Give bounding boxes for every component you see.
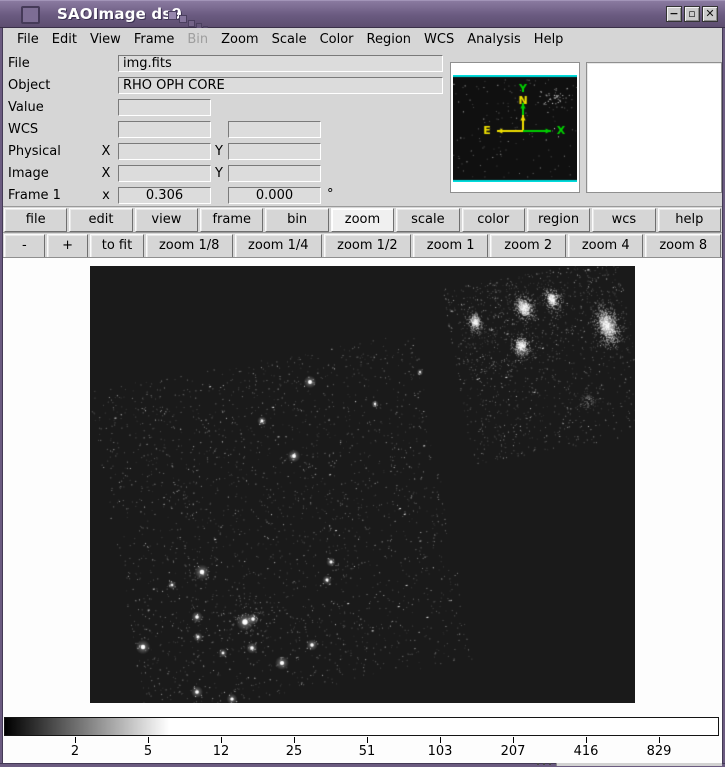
- menu-help[interactable]: Help: [534, 32, 564, 51]
- zoom-button-zoom-1[interactable]: zoom 1: [413, 234, 489, 258]
- maximize-button-icon[interactable]: ▫: [684, 6, 700, 22]
- menu-wcs[interactable]: WCS: [424, 32, 454, 51]
- colorbar-tick-label: 103: [428, 744, 453, 759]
- image-display-area: 25122551103207416829: [3, 257, 722, 763]
- zoom-button-zoom-2[interactable]: zoom 2: [490, 234, 566, 258]
- category-toolbar: fileeditviewframebinzoomscalecolorregion…: [3, 206, 722, 232]
- zoom-button-zoom-8[interactable]: zoom 8: [645, 234, 721, 258]
- colorbar-tick-label: 12: [213, 744, 230, 759]
- panner[interactable]: [450, 62, 580, 193]
- colorbar-tick: [221, 737, 222, 743]
- image-x-label: X: [100, 165, 112, 183]
- minimize-button-icon[interactable]: −: [666, 6, 682, 22]
- menu-edit[interactable]: Edit: [52, 32, 77, 51]
- zoom-button-zoom-4[interactable]: zoom 4: [568, 234, 644, 258]
- menu-view[interactable]: View: [90, 32, 121, 51]
- title-bar[interactable]: SAOImage ds9 − ▫ ✕: [0, 0, 725, 28]
- info-label-image: Image: [8, 165, 49, 183]
- colorbar-gradient[interactable]: [4, 717, 719, 736]
- info-label-value: Value: [8, 99, 44, 117]
- menu-bar: File Edit View Frame Bin Zoom Scale Color Region…: [3, 28, 722, 51]
- toolbar-button-zoom[interactable]: zoom: [331, 208, 394, 232]
- physical-value-field[interactable]: [118, 143, 211, 160]
- menu-analysis[interactable]: Analysis: [467, 32, 521, 51]
- toolbar-button-scale[interactable]: scale: [396, 208, 459, 232]
- info-label-file: File: [8, 55, 30, 73]
- toolbar-button-file[interactable]: file: [4, 208, 67, 232]
- info-label-physical: Physical: [8, 143, 61, 161]
- colorbar-tick-label: 207: [501, 744, 526, 759]
- colorbar-tick: [367, 737, 368, 743]
- toolbar-button-color[interactable]: color: [462, 208, 525, 232]
- menu-color[interactable]: Color: [320, 32, 354, 51]
- info-panel: File Object Value WCS Physical X Y Image X Y Frame…: [3, 51, 722, 206]
- colorbar-tick: [440, 737, 441, 743]
- colorbar-tick-label: 25: [286, 744, 303, 759]
- zoom-button-to-fit[interactable]: to fit: [90, 234, 143, 258]
- wcs-value-field[interactable]: [118, 121, 211, 138]
- zoom-button-plus[interactable]: +: [47, 234, 89, 258]
- image-value2-field[interactable]: [228, 165, 321, 182]
- zoom-button-zoom-1-2[interactable]: zoom 1/2: [324, 234, 411, 258]
- zoom-toolbar: -+to fitzoom 1/8zoom 1/4zoom 1/2zoom 1zo…: [3, 232, 722, 258]
- info-label-frame-1: Frame 1: [8, 187, 61, 205]
- file-value-field[interactable]: [118, 55, 443, 72]
- menu-file[interactable]: File: [17, 32, 39, 51]
- panner-canvas[interactable]: [453, 75, 577, 182]
- physical-x-label: X: [100, 143, 112, 161]
- colorbar-tick-label: 829: [647, 744, 672, 759]
- info-label-wcs: WCS: [8, 121, 38, 139]
- wcs-value2-field[interactable]: [228, 121, 321, 138]
- menu-scale[interactable]: Scale: [272, 32, 307, 51]
- colorbar-tick: [148, 737, 149, 743]
- physical-y-label: Y: [213, 143, 225, 161]
- window-title: SAOImage ds9: [57, 5, 182, 23]
- colorbar-tick: [586, 737, 587, 743]
- value-value-field[interactable]: [118, 99, 211, 116]
- frame-1-x-label: x: [100, 187, 112, 205]
- colorbar-tick: [513, 737, 514, 743]
- toolbar-button-help[interactable]: help: [658, 208, 721, 232]
- menu-region[interactable]: Region: [367, 32, 412, 51]
- info-label-object: Object: [8, 77, 50, 95]
- colorbar-ticks: 25122551103207416829: [4, 737, 719, 763]
- zoom-button-zoom-1-8[interactable]: zoom 1/8: [146, 234, 233, 258]
- image-y-label: Y: [213, 165, 225, 183]
- toolbar-button-bin[interactable]: bin: [265, 208, 328, 232]
- toolbar-button-region[interactable]: region: [527, 208, 590, 232]
- sky-image-canvas[interactable]: [90, 266, 635, 703]
- frame-1-value2-field[interactable]: [228, 187, 321, 204]
- window-menu-icon[interactable]: [21, 6, 40, 24]
- menu-frame[interactable]: Frame: [134, 32, 175, 51]
- menu-bin: Bin: [187, 32, 208, 51]
- toolbar-button-edit[interactable]: edit: [69, 208, 132, 232]
- colorbar-tick: [659, 737, 660, 743]
- colorbar-tick-label: 51: [359, 744, 376, 759]
- magnifier[interactable]: [586, 62, 722, 193]
- rotation-degree-symbol: °: [327, 187, 334, 205]
- zoom-button-minus[interactable]: -: [4, 234, 45, 258]
- close-button-icon[interactable]: ✕: [702, 6, 718, 22]
- object-value-field[interactable]: [118, 77, 443, 94]
- colorbar-tick: [75, 737, 76, 743]
- toolbar-button-view[interactable]: view: [135, 208, 198, 232]
- colorbar-tick-label: 2: [71, 744, 79, 759]
- colorbar-tick-label: 416: [574, 744, 599, 759]
- colorbar-tick: [294, 737, 295, 743]
- image-value-field[interactable]: [118, 165, 211, 182]
- titlebar-decoration: [168, 11, 228, 29]
- toolbar-button-wcs[interactable]: wcs: [592, 208, 655, 232]
- physical-value2-field[interactable]: [228, 143, 321, 160]
- zoom-button-zoom-1-4[interactable]: zoom 1/4: [235, 234, 322, 258]
- frame-1-value-field[interactable]: [118, 187, 211, 204]
- menu-zoom[interactable]: Zoom: [221, 32, 258, 51]
- toolbar-button-frame[interactable]: frame: [200, 208, 263, 232]
- colorbar-tick-label: 5: [144, 744, 152, 759]
- ds9-window: SAOImage ds9 − ▫ ✕ File Edit View Frame Bin Z…: [0, 0, 725, 767]
